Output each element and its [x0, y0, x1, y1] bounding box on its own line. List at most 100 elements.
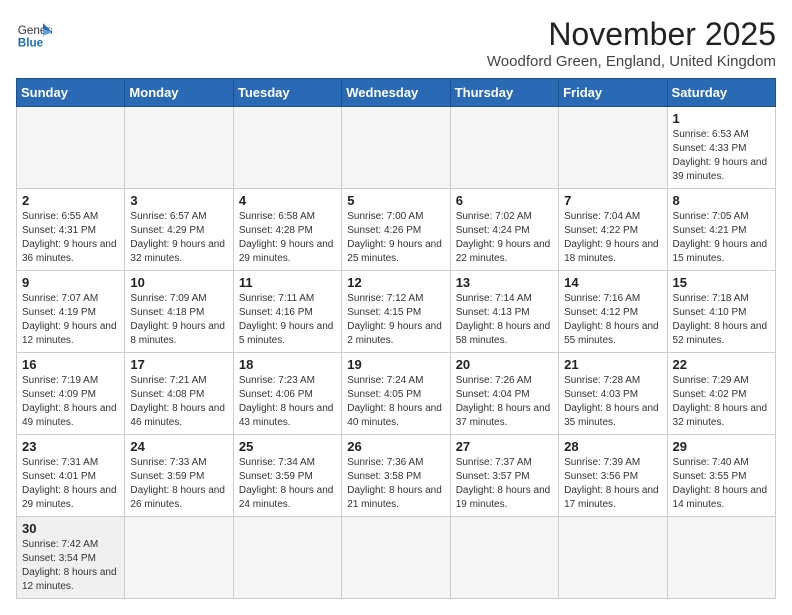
calendar-week-row: 30 Sunrise: 7:42 AM Sunset: 3:54 PM Dayli… — [17, 517, 776, 599]
day-number: 22 — [673, 357, 770, 372]
weekday-header-wednesday: Wednesday — [342, 79, 450, 107]
calendar-cell: 21Sunrise: 7:28 AM Sunset: 4:03 PM Dayli… — [559, 353, 667, 435]
day-number: 27 — [456, 439, 553, 454]
day-info: Sunrise: 7:04 AM Sunset: 4:22 PM Dayligh… — [564, 210, 661, 266]
calendar-cell: 9 Sunrise: 7:07 AM Sunset: 4:19 PM Daylig… — [17, 271, 125, 353]
day-info: Sunrise: 7:36 AM Sunset: 3:58 PM Dayligh… — [347, 456, 444, 512]
day-info: Sunrise: 7:18 AM Sunset: 4:10 PM Dayligh… — [673, 292, 770, 348]
day-info: Sunrise: 7:07 AM Sunset: 4:19 PM Dayligh… — [22, 292, 119, 348]
calendar-cell: 15 Sunrise: 7:18 AM Sunset: 4:10 PM Dayli… — [667, 271, 775, 353]
day-number: 14 — [564, 275, 661, 290]
day-number: 24 — [130, 439, 227, 454]
calendar-cell: 27 Sunrise: 7:37 AM Sunset: 3:57 PM Dayli… — [450, 435, 558, 517]
logo: General Blue — [16, 16, 52, 52]
calendar-cell — [233, 107, 341, 189]
calendar: SundayMondayTuesdayWednesdayThursdayFrid… — [16, 78, 776, 599]
logo-icon: General Blue — [16, 16, 52, 52]
day-info: Sunrise: 7:11 AM Sunset: 4:16 PM Dayligh… — [239, 292, 336, 348]
day-info: Sunrise: 7:40 AM Sunset: 3:55 PM Dayligh… — [673, 456, 770, 512]
day-info: Sunrise: 7:39 AM Sunset: 3:56 PM Dayligh… — [564, 456, 661, 512]
calendar-cell: 26 Sunrise: 7:36 AM Sunset: 3:58 PM Dayli… — [342, 435, 450, 517]
day-info: Sunrise: 7:12 AM Sunset: 4:15 PM Dayligh… — [347, 292, 444, 348]
day-number: 10 — [130, 275, 227, 290]
day-number: 5 — [347, 193, 444, 208]
day-info: Sunrise: 7:37 AM Sunset: 3:57 PM Dayligh… — [456, 456, 553, 512]
weekday-header-thursday: Thursday — [450, 79, 558, 107]
calendar-cell: 30 Sunrise: 7:42 AM Sunset: 3:54 PM Dayli… — [17, 517, 125, 599]
day-info: Sunrise: 7:28 AM Sunset: 4:03 PM Dayligh… — [564, 374, 661, 430]
day-number: 28 — [564, 439, 661, 454]
day-number: 30 — [22, 521, 119, 536]
calendar-cell: 2Sunrise: 6:55 AM Sunset: 4:31 PM Daylig… — [17, 189, 125, 271]
day-info: Sunrise: 7:19 AM Sunset: 4:09 PM Dayligh… — [22, 374, 119, 430]
calendar-cell: 18 Sunrise: 7:23 AM Sunset: 4:06 PM Dayli… — [233, 353, 341, 435]
weekday-header-saturday: Saturday — [667, 79, 775, 107]
calendar-cell: 3Sunrise: 6:57 AM Sunset: 4:29 PM Daylig… — [125, 189, 233, 271]
calendar-cell — [559, 107, 667, 189]
calendar-cell: 16Sunrise: 7:19 AM Sunset: 4:09 PM Dayli… — [17, 353, 125, 435]
day-number: 25 — [239, 439, 336, 454]
day-number: 2 — [22, 193, 119, 208]
day-number: 4 — [239, 193, 336, 208]
day-number: 9 — [22, 275, 119, 290]
day-info: Sunrise: 7:00 AM Sunset: 4:26 PM Dayligh… — [347, 210, 444, 266]
day-number: 7 — [564, 193, 661, 208]
location-subtitle: Woodford Green, England, United Kingdom — [487, 53, 776, 70]
calendar-cell: 10 Sunrise: 7:09 AM Sunset: 4:18 PM Dayli… — [125, 271, 233, 353]
calendar-week-row: 2Sunrise: 6:55 AM Sunset: 4:31 PM Daylig… — [17, 189, 776, 271]
weekday-header-friday: Friday — [559, 79, 667, 107]
calendar-cell: 11 Sunrise: 7:11 AM Sunset: 4:16 PM Dayli… — [233, 271, 341, 353]
header: General Blue November 2025 Woodford Gree… — [16, 16, 776, 70]
day-info: Sunrise: 7:31 AM Sunset: 4:01 PM Dayligh… — [22, 456, 119, 512]
calendar-cell — [559, 517, 667, 599]
day-info: Sunrise: 7:42 AM Sunset: 3:54 PM Dayligh… — [22, 538, 119, 594]
calendar-cell: 5 Sunrise: 7:00 AM Sunset: 4:26 PM Daylig… — [342, 189, 450, 271]
day-number: 19 — [347, 357, 444, 372]
calendar-cell: 19 Sunrise: 7:24 AM Sunset: 4:05 PM Dayli… — [342, 353, 450, 435]
day-number: 18 — [239, 357, 336, 372]
calendar-cell: 7 Sunrise: 7:04 AM Sunset: 4:22 PM Daylig… — [559, 189, 667, 271]
day-number: 11 — [239, 275, 336, 290]
calendar-cell — [450, 107, 558, 189]
weekday-header-sunday: Sunday — [17, 79, 125, 107]
calendar-week-row: 9 Sunrise: 7:07 AM Sunset: 4:19 PM Daylig… — [17, 271, 776, 353]
weekday-header-tuesday: Tuesday — [233, 79, 341, 107]
day-info: Sunrise: 7:29 AM Sunset: 4:02 PM Dayligh… — [673, 374, 770, 430]
day-number: 26 — [347, 439, 444, 454]
calendar-week-row: 23 Sunrise: 7:31 AM Sunset: 4:01 PM Dayli… — [17, 435, 776, 517]
calendar-cell: 8 Sunrise: 7:05 AM Sunset: 4:21 PM Daylig… — [667, 189, 775, 271]
day-info: Sunrise: 7:21 AM Sunset: 4:08 PM Dayligh… — [130, 374, 227, 430]
day-number: 13 — [456, 275, 553, 290]
calendar-cell — [125, 107, 233, 189]
calendar-cell — [233, 517, 341, 599]
month-title: November 2025 — [487, 16, 776, 53]
day-info: Sunrise: 7:26 AM Sunset: 4:04 PM Dayligh… — [456, 374, 553, 430]
calendar-cell: 14 Sunrise: 7:16 AM Sunset: 4:12 PM Dayli… — [559, 271, 667, 353]
day-info: Sunrise: 7:33 AM Sunset: 3:59 PM Dayligh… — [130, 456, 227, 512]
day-info: Sunrise: 7:05 AM Sunset: 4:21 PM Dayligh… — [673, 210, 770, 266]
day-info: Sunrise: 7:02 AM Sunset: 4:24 PM Dayligh… — [456, 210, 553, 266]
day-number: 8 — [673, 193, 770, 208]
calendar-cell: 29Sunrise: 7:40 AM Sunset: 3:55 PM Dayli… — [667, 435, 775, 517]
calendar-cell — [450, 517, 558, 599]
day-info: Sunrise: 7:09 AM Sunset: 4:18 PM Dayligh… — [130, 292, 227, 348]
day-number: 1 — [673, 111, 770, 126]
day-number: 15 — [673, 275, 770, 290]
calendar-cell: 28 Sunrise: 7:39 AM Sunset: 3:56 PM Dayli… — [559, 435, 667, 517]
calendar-cell: 17 Sunrise: 7:21 AM Sunset: 4:08 PM Dayli… — [125, 353, 233, 435]
calendar-week-row: 16Sunrise: 7:19 AM Sunset: 4:09 PM Dayli… — [17, 353, 776, 435]
day-number: 17 — [130, 357, 227, 372]
calendar-cell — [125, 517, 233, 599]
calendar-cell: 20 Sunrise: 7:26 AM Sunset: 4:04 PM Dayli… — [450, 353, 558, 435]
day-number: 20 — [456, 357, 553, 372]
calendar-cell — [667, 517, 775, 599]
day-info: Sunrise: 7:24 AM Sunset: 4:05 PM Dayligh… — [347, 374, 444, 430]
day-info: Sunrise: 6:53 AM Sunset: 4:33 PM Dayligh… — [673, 128, 770, 184]
day-info: Sunrise: 6:58 AM Sunset: 4:28 PM Dayligh… — [239, 210, 336, 266]
calendar-cell: 23 Sunrise: 7:31 AM Sunset: 4:01 PM Dayli… — [17, 435, 125, 517]
day-info: Sunrise: 7:16 AM Sunset: 4:12 PM Dayligh… — [564, 292, 661, 348]
day-number: 23 — [22, 439, 119, 454]
calendar-cell: 13 Sunrise: 7:14 AM Sunset: 4:13 PM Dayli… — [450, 271, 558, 353]
day-info: Sunrise: 7:14 AM Sunset: 4:13 PM Dayligh… — [456, 292, 553, 348]
day-info: Sunrise: 7:23 AM Sunset: 4:06 PM Dayligh… — [239, 374, 336, 430]
